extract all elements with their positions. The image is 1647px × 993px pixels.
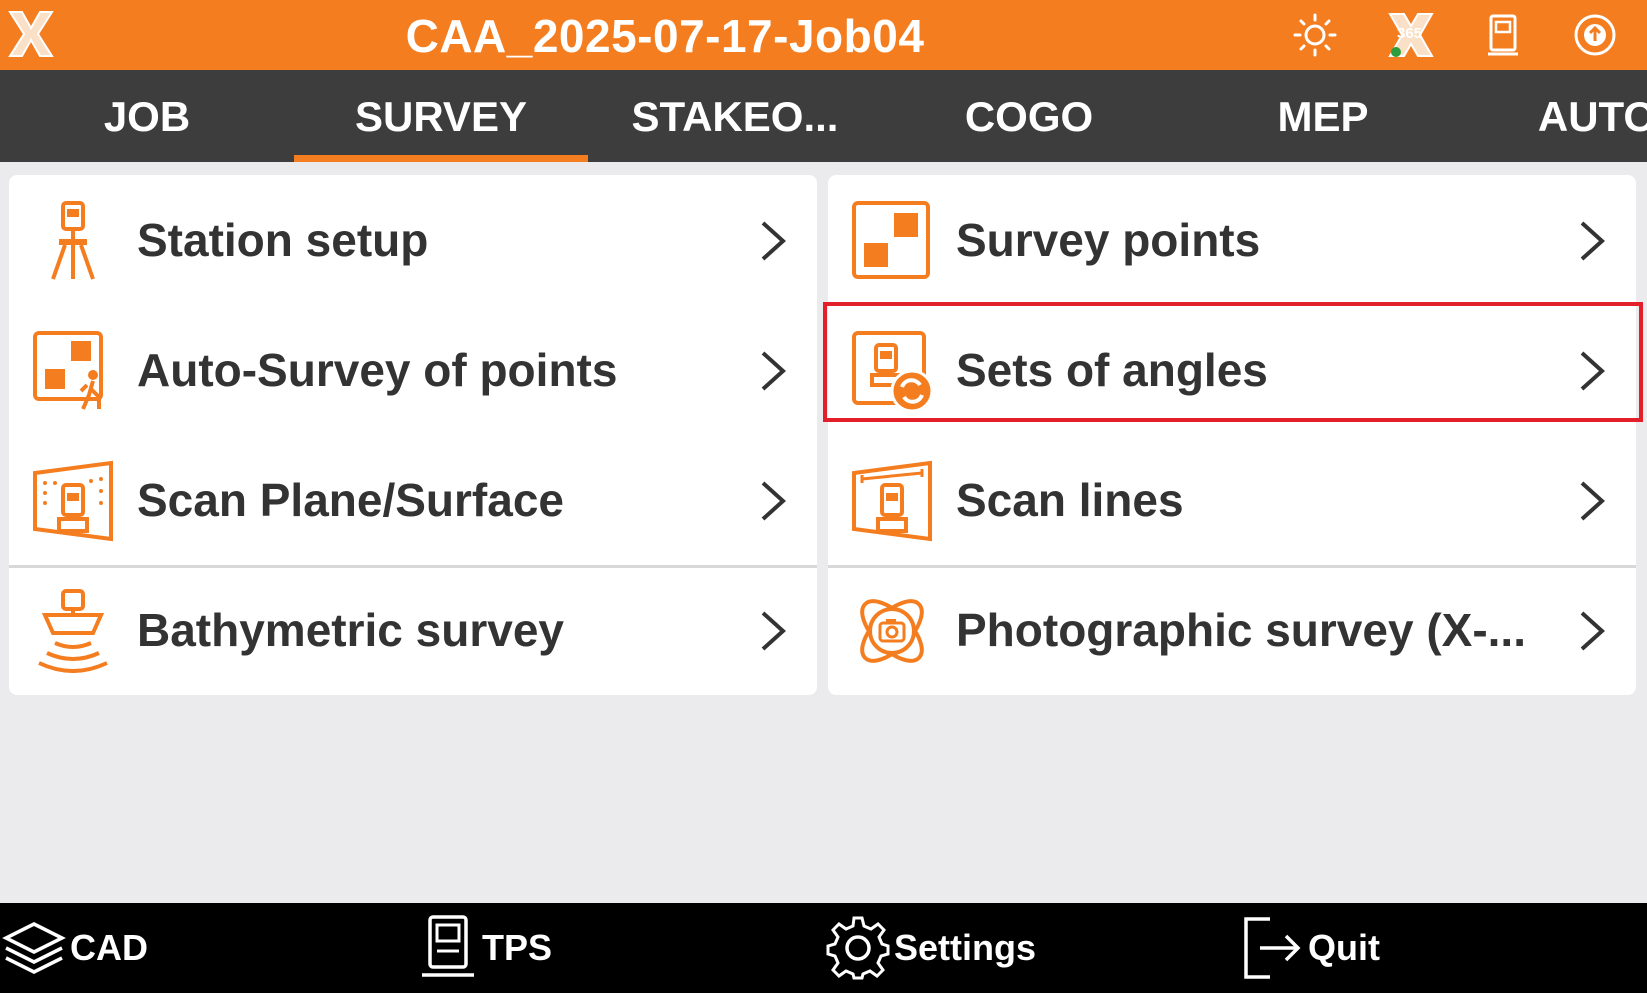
photographic-survey-icon (860, 599, 924, 663)
menu-item-station-setup[interactable]: Station setup (9, 175, 817, 305)
brightness-icon[interactable] (1292, 12, 1338, 58)
menu-item-photographic-survey[interactable]: Photographic survey (X-... (828, 565, 1636, 695)
survey-menu-right: Survey points Sets of angles Scan lines (828, 175, 1636, 695)
cad-label: CAD (70, 927, 148, 968)
tps-label: TPS (482, 927, 553, 968)
survey-menu-left: Station setup Auto-Survey of points Scan… (9, 175, 817, 695)
survey-points-icon (852, 201, 930, 279)
chevron-right-icon (761, 611, 786, 651)
chevron-right-icon (1580, 221, 1605, 261)
quit-label: Quit (1308, 927, 1380, 968)
tripod-instrument-icon (51, 201, 95, 280)
tps-button[interactable]: TPS (418, 903, 552, 993)
menu-item-label: Scan lines (956, 474, 1184, 526)
tab-job[interactable]: JOB (0, 70, 294, 162)
total-station-icon (422, 915, 474, 977)
chevron-right-icon (761, 481, 786, 521)
menu-item-scan-lines[interactable]: Scan lines (828, 435, 1636, 565)
chevron-right-icon (761, 351, 786, 391)
tab-cogo[interactable]: COGO (882, 70, 1176, 162)
menu-item-label: Photographic survey (X-... (956, 604, 1526, 656)
menu-item-label: Station setup (137, 214, 429, 266)
settings-label: Settings (894, 927, 1037, 968)
chevron-right-icon (1580, 481, 1605, 521)
tab-auto[interactable]: AUTO (1450, 70, 1647, 162)
main-tab-bar: JOB SURVEY STAKEO... COGO MEP AUTO (0, 70, 1647, 162)
satellite-365-badge: 365 (1397, 25, 1423, 42)
tab-stakeout[interactable]: STAKEO... (588, 70, 882, 162)
exit-icon (1244, 917, 1301, 979)
auto-survey-walker-icon (33, 331, 103, 410)
menu-item-scan-plane[interactable]: Scan Plane/Surface (9, 435, 817, 565)
tab-mep[interactable]: MEP (1176, 70, 1470, 162)
menu-item-sets-of-angles[interactable]: Sets of angles (828, 305, 1636, 435)
menu-item-bathymetric-survey[interactable]: Bathymetric survey (9, 565, 817, 695)
scan-lines-icon (852, 460, 932, 542)
menu-item-label: Auto-Survey of points (137, 344, 618, 396)
chevron-right-icon (1580, 611, 1605, 651)
job-title: CAA_2025-07-17-Job04 (405, 10, 925, 62)
sets-of-angles-icon (852, 331, 934, 413)
chevron-right-icon (1580, 351, 1605, 391)
menu-item-label: Sets of angles (956, 344, 1268, 396)
menu-item-auto-survey[interactable]: Auto-Survey of points (9, 305, 817, 435)
bathymetric-boat-icon (38, 589, 108, 673)
settings-button[interactable]: Settings (826, 903, 1036, 993)
menu-item-survey-points[interactable]: Survey points (828, 175, 1636, 305)
connection-icon[interactable] (1572, 12, 1618, 58)
total-station-icon[interactable] (1480, 12, 1526, 58)
title-bar: CAA_2025-07-17-Job04 365 (0, 0, 1647, 70)
menu-item-label: Bathymetric survey (137, 604, 564, 656)
layers-icon (2, 922, 66, 974)
menu-item-label: Scan Plane/Surface (137, 474, 564, 526)
scan-plane-icon (33, 460, 113, 542)
tab-survey[interactable]: SURVEY (294, 70, 588, 162)
satellite-365-icon[interactable]: 365 (1384, 8, 1438, 62)
chevron-right-icon (761, 221, 786, 261)
cad-button[interactable]: CAD (2, 903, 148, 993)
gear-icon (826, 916, 890, 980)
menu-item-label: Survey points (956, 214, 1261, 266)
bottom-toolbar: CAD TPS Settings Quit (0, 903, 1647, 993)
quit-button[interactable]: Quit (1240, 903, 1380, 993)
